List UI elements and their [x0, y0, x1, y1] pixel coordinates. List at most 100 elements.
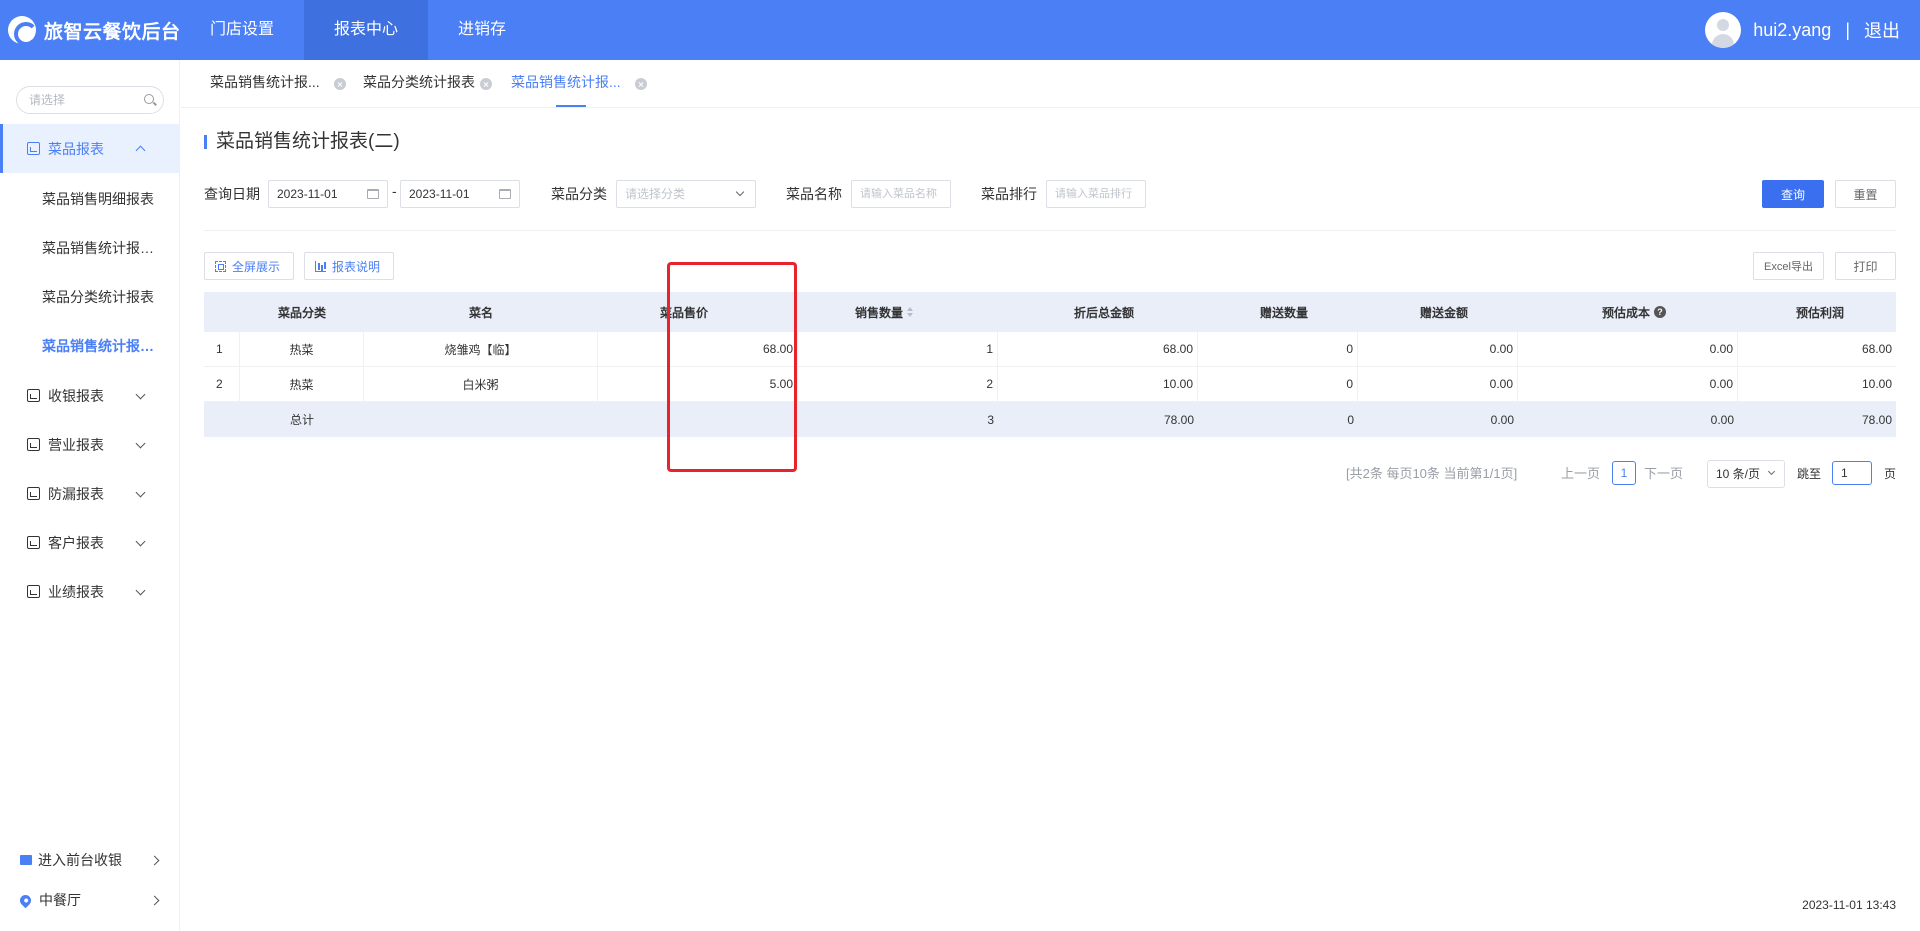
help-icon[interactable]: ?	[1654, 306, 1666, 318]
sidebar-group-label: 防漏报表	[48, 485, 104, 502]
date-end-input[interactable]: 2023-11-01	[400, 180, 520, 208]
sidebar-group-leak-report[interactable]: 防漏报表	[0, 469, 180, 518]
filter-divider	[204, 230, 1896, 231]
category-label: 菜品分类	[551, 186, 607, 202]
sort-icon[interactable]	[907, 307, 913, 317]
tab-label: 菜品分类统计报表	[363, 74, 475, 90]
nav-inventory[interactable]: 进销存	[428, 0, 536, 60]
logo-icon	[8, 16, 38, 46]
tab-dish-category-stats[interactable]: 菜品分类统计报表	[363, 60, 475, 107]
enter-front-cashier[interactable]: 进入前台收银	[0, 840, 180, 880]
sidebar-search-input[interactable]: 请选择	[16, 86, 164, 114]
business-icon	[27, 438, 40, 451]
user-area: hui2.yang | 退出	[1705, 12, 1900, 48]
col-dish-name: 菜名	[468, 305, 493, 320]
reset-button[interactable]: 重置	[1835, 180, 1896, 208]
total-qty: 3	[987, 412, 994, 427]
cell-qty: 1	[798, 332, 998, 366]
dish-rank-input[interactable]: 请输入菜品排行	[1046, 180, 1146, 208]
print-button[interactable]: 打印	[1835, 252, 1896, 280]
search-icon	[144, 94, 154, 104]
pagination-summary: [共2条 每页10条 当前第1/1页]	[1346, 466, 1518, 481]
sidebar-item-dish-sales-detail[interactable]: 菜品销售明细报表	[0, 175, 180, 224]
tab-bar: 菜品销售统计报... 菜品分类统计报表 菜品销售统计报...	[181, 60, 1920, 108]
table-row[interactable]: 2 热菜 白米粥 5.00 2 10.00 0 0.00 0.00 10.00	[204, 367, 1896, 402]
leak-icon	[27, 487, 40, 500]
store-selector[interactable]: 中餐厅	[0, 880, 180, 920]
cell-gift-amount: 0.00	[1358, 332, 1518, 366]
sidebar-group-customer-report[interactable]: 客户报表	[0, 518, 180, 567]
sidebar-group-business-report[interactable]: 营业报表	[0, 420, 180, 469]
sidebar-group-cashier-report[interactable]: 收银报表	[0, 371, 180, 420]
category-placeholder: 请选择分类	[625, 187, 686, 201]
chevron-down-icon	[135, 536, 146, 547]
category-select[interactable]: 请选择分类	[616, 180, 756, 208]
col-profit: 预估利润	[1795, 305, 1844, 320]
sidebar-item-dish-sales-stats-2[interactable]: 菜品销售统计报表(二)	[0, 322, 180, 371]
footer-timestamp: 2023-11-01 13:43	[1802, 898, 1896, 912]
page-number-current[interactable]: 1	[1612, 461, 1636, 485]
cell-dish-name: 白米粥	[364, 367, 598, 401]
report-desc-button[interactable]: 报表说明	[304, 252, 394, 280]
date-end-value: 2023-11-01	[409, 187, 470, 201]
total-cost: 0.00	[1710, 412, 1734, 427]
cell-cost: 0.00	[1518, 367, 1738, 401]
app-logo[interactable]: 旅智云餐饮后台	[8, 14, 181, 46]
col-qty[interactable]: 销售数量	[764, 292, 1004, 332]
col-gift-qty: 赠送数量	[1259, 305, 1308, 320]
chevron-down-icon	[135, 487, 146, 498]
dish-name-input[interactable]: 请输入菜品名称	[851, 180, 951, 208]
fullscreen-button[interactable]: 全屏展示	[204, 252, 294, 280]
chevron-down-icon	[135, 585, 146, 596]
fullscreen-label: 全屏展示	[232, 259, 281, 274]
nav-store-settings[interactable]: 门店设置	[180, 0, 304, 60]
date-label: 查询日期	[204, 186, 260, 202]
avatar[interactable]	[1705, 12, 1742, 48]
cashier-icon	[27, 389, 40, 402]
tab-label: 菜品销售统计报...	[210, 74, 320, 90]
col-cost-label: 预估成本	[1601, 305, 1650, 320]
prev-page-button[interactable]: 上一页	[1561, 462, 1600, 486]
cell-category: 热菜	[240, 367, 364, 401]
date-start-input[interactable]: 2023-11-01	[268, 180, 388, 208]
logout-link[interactable]: 退出	[1864, 17, 1900, 43]
sidebar-group-label: 客户报表	[48, 534, 104, 551]
sidebar-item-dish-sales-stats[interactable]: 菜品销售统计报表(二)	[0, 224, 180, 273]
sidebar-item-dish-category-stats[interactable]: 菜品分类统计报表	[0, 273, 180, 322]
cell-cost: 0.00	[1518, 332, 1738, 366]
tab-dish-sales-stats[interactable]: 菜品销售统计报...	[210, 60, 320, 107]
store-name: 中餐厅	[39, 892, 81, 908]
table-row[interactable]: 1 热菜 烧雏鸡【临】 68.00 1 68.00 0 0.00 0.00 68…	[204, 332, 1896, 367]
query-button[interactable]: 查询	[1762, 180, 1824, 208]
chevron-up-icon	[135, 145, 146, 156]
jump-page-input[interactable]: 1	[1832, 461, 1872, 485]
nav-report-center[interactable]: 报表中心	[304, 0, 429, 60]
next-page-button[interactable]: 下一页	[1644, 462, 1683, 486]
page-size-value: 10 条/页	[1716, 467, 1761, 481]
chevron-down-icon	[135, 438, 146, 449]
sidebar-group-label: 业绩报表	[48, 583, 104, 600]
sidebar: 请选择 菜品报表 菜品销售明细报表 菜品销售统计报表(二) 菜品分类统计报表 菜…	[0, 60, 180, 931]
page-size-select[interactable]: 10 条/页	[1707, 460, 1785, 488]
close-icon[interactable]	[635, 78, 647, 90]
dish-rank-placeholder: 请输入菜品排行	[1055, 188, 1132, 200]
sidebar-group-performance-report[interactable]: 业绩报表	[0, 567, 180, 616]
location-pin-icon	[17, 892, 34, 908]
row-index: 1	[204, 332, 240, 366]
cell-price: 68.00	[598, 332, 798, 366]
tab-dish-sales-stats-2[interactable]: 菜品销售统计报...	[511, 60, 621, 107]
page-title: 菜品销售统计报表(二)	[204, 128, 400, 156]
sidebar-group-dish-report[interactable]: 菜品报表	[0, 124, 180, 173]
excel-export-button[interactable]: Excel导出	[1753, 252, 1824, 280]
chevron-down-icon	[735, 187, 745, 197]
app-title: 旅智云餐饮后台	[44, 21, 181, 43]
cell-category: 热菜	[240, 332, 364, 366]
close-icon[interactable]	[334, 78, 346, 90]
monitor-icon	[20, 855, 32, 865]
top-header: 旅智云餐饮后台 门店设置 报表中心 进销存 hui2.yang | 退出	[0, 0, 1920, 60]
total-label: 总计	[289, 413, 314, 427]
calendar-icon	[367, 189, 379, 199]
col-qty-label: 销售数量	[854, 305, 903, 320]
close-icon[interactable]	[480, 78, 492, 90]
cell-qty: 2	[798, 367, 998, 401]
